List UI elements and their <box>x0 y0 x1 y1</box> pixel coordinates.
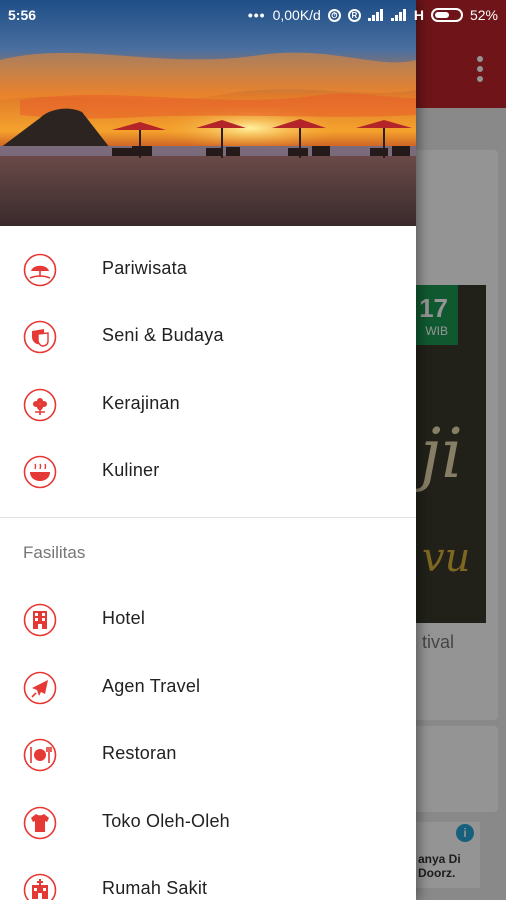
drawer-item-label: Seni & Budaya <box>102 325 224 345</box>
alarm-icon: ⏱ <box>327 8 341 22</box>
drawer-item-hotel[interactable]: Hotel <box>0 588 416 652</box>
drawer-item-pariwisata[interactable]: Pariwisata <box>0 238 416 302</box>
drawer-item-label: Hotel <box>102 608 146 628</box>
beach-umbrella-icon <box>23 253 57 287</box>
drawer-item-label: Restoran <box>102 743 177 763</box>
sunset-beach-image <box>0 0 416 226</box>
network-type: H <box>413 7 424 23</box>
drawer-header-image <box>0 0 416 226</box>
drawer-item-agen-travel[interactable]: Agen Travel <box>0 656 416 720</box>
sync-icon: R <box>347 8 361 22</box>
airplane-icon <box>23 671 57 705</box>
drawer-item-label: Rumah Sakit <box>102 878 208 898</box>
signal-icon <box>367 9 384 21</box>
hotel-icon <box>23 603 57 637</box>
data-rate: 0,00K/d <box>272 7 321 23</box>
more-notifications-icon: ••• <box>247 7 266 23</box>
shirt-icon <box>23 806 57 840</box>
battery-level: 52% <box>469 7 498 23</box>
food-bowl-icon <box>23 455 57 489</box>
status-bar: 5:56 ••• 0,00K/d ⏱ R H 52% <box>0 0 506 30</box>
drawer-item-seni-budaya[interactable]: Seni & Budaya <box>0 305 416 369</box>
plate-cutlery-icon <box>23 738 57 772</box>
theater-mask-icon <box>23 320 57 354</box>
drawer-item-rumah-sakit[interactable]: Rumah Sakit <box>0 858 416 900</box>
drawer-item-label: Agen Travel <box>102 676 201 696</box>
drawer-item-label: Pariwisata <box>102 258 188 278</box>
battery-icon <box>430 8 463 22</box>
signal-icon-2 <box>390 9 407 21</box>
flower-craft-icon <box>23 388 57 422</box>
drawer-divider <box>0 517 416 518</box>
section-title-fasilitas: Fasilitas <box>23 543 86 562</box>
drawer-item-restoran[interactable]: Restoran <box>0 723 416 787</box>
drawer-item-kuliner[interactable]: Kuliner <box>0 440 416 504</box>
drawer-item-toko-oleh-oleh[interactable]: Toko Oleh-Oleh <box>0 791 416 855</box>
drawer-item-label: Kerajinan <box>102 393 180 413</box>
hospital-icon <box>23 873 57 900</box>
navigation-drawer: Pariwisata Seni & Budaya Kerajinan Kulin… <box>0 0 416 900</box>
drawer-item-label: Toko Oleh-Oleh <box>102 811 230 831</box>
drawer-item-kerajinan[interactable]: Kerajinan <box>0 373 416 437</box>
drawer-item-label: Kuliner <box>102 460 160 480</box>
status-time: 5:56 <box>8 7 37 23</box>
